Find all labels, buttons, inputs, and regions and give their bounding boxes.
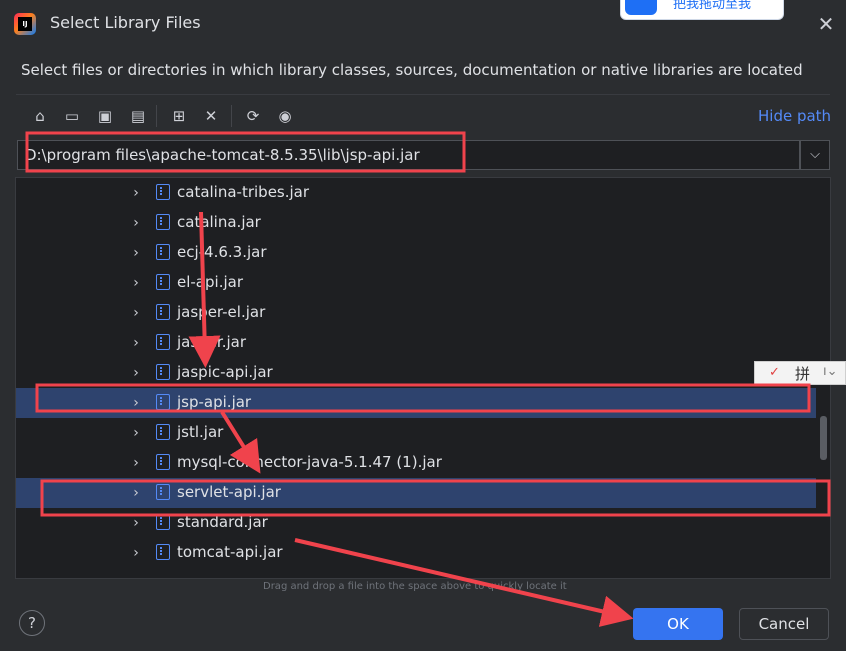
tree-row-label: jasper.jar xyxy=(177,333,247,351)
jar-file-icon xyxy=(156,514,170,530)
chevron-right-icon[interactable]: › xyxy=(130,484,142,502)
chevron-right-icon[interactable]: › xyxy=(130,364,142,382)
toolbar-separator xyxy=(231,105,232,127)
dialog-title: Select Library Files xyxy=(50,13,201,32)
tree-row-label: mysql-connector-java-5.1.47 (1).jar xyxy=(177,453,442,471)
divider xyxy=(16,94,830,95)
jar-file-icon xyxy=(156,334,170,350)
ime-toolbar[interactable]: ✓ 拼 ı⌄ xyxy=(754,361,846,385)
file-tree[interactable]: › catalina-tribes.jar › catalina.jar › ecj-4.… xyxy=(15,177,831,579)
ok-button[interactable]: OK xyxy=(633,608,723,640)
cancel-button[interactable]: Cancel xyxy=(739,608,829,640)
tree-row[interactable]: › el-api.jar xyxy=(16,268,816,298)
intellij-idea-icon: IJ xyxy=(14,13,36,35)
tree-row[interactable]: › tomcat-api.jar xyxy=(16,538,816,568)
chevron-right-icon[interactable]: › xyxy=(130,394,142,412)
chevron-right-icon[interactable]: › xyxy=(130,454,142,472)
tree-row[interactable]: › catalina.jar xyxy=(16,208,816,238)
jar-file-icon xyxy=(156,454,170,470)
tree-row[interactable]: › jasper.jar xyxy=(16,328,816,358)
path-input-value[interactable]: D:\program files\apache-tomcat-8.5.35\li… xyxy=(25,146,420,164)
chevron-right-icon[interactable]: › xyxy=(130,334,142,352)
path-history-dropdown[interactable]: ⌵ xyxy=(800,140,830,170)
jar-file-icon xyxy=(156,304,170,320)
tree-row[interactable]: › standard.jar xyxy=(16,508,816,538)
tree-row-label: jaspic-api.jar xyxy=(177,363,273,381)
tree-row[interactable]: › ecj-4.6.3.jar xyxy=(16,238,816,268)
hide-path-link[interactable]: Hide path xyxy=(758,107,831,125)
tree-row[interactable]: › servlet-api.jar xyxy=(16,478,816,508)
jar-file-icon xyxy=(156,484,170,500)
drag-drop-hint: Drag and drop a file into the space abov… xyxy=(263,581,567,592)
overlay-badge-text: 把我拖动至我 xyxy=(673,0,752,12)
jar-file-icon xyxy=(156,364,170,380)
ime-settings-icon[interactable]: ı⌄ xyxy=(823,364,838,379)
module-folder-icon[interactable]: ▤ xyxy=(127,105,149,127)
home-icon[interactable]: ⌂ xyxy=(29,105,51,127)
chevron-right-icon[interactable]: › xyxy=(130,544,142,562)
chevron-right-icon[interactable]: › xyxy=(130,514,142,532)
tree-row-label: jstl.jar xyxy=(177,423,224,441)
tree-row-label: catalina-tribes.jar xyxy=(177,183,310,201)
jar-file-icon xyxy=(156,274,170,290)
tree-row-label: ecj-4.6.3.jar xyxy=(177,243,267,261)
close-icon[interactable]: ✕ xyxy=(816,14,836,34)
dialog-description: Select files or directories in which lib… xyxy=(21,61,803,79)
tree-row[interactable]: › mysql-connector-java-5.1.47 (1).jar xyxy=(16,448,816,478)
desktop-icon[interactable]: ▭ xyxy=(61,105,83,127)
jar-file-icon xyxy=(156,544,170,560)
tree-row[interactable]: › jsp-api.jar xyxy=(16,388,816,418)
chevron-down-icon: ⌵ xyxy=(810,147,820,162)
toolbar-separator xyxy=(156,105,157,127)
help-button[interactable]: ? xyxy=(19,610,45,636)
ime-mode-label[interactable]: 拼 xyxy=(795,363,810,384)
refresh-icon[interactable]: ⟳ xyxy=(242,105,264,127)
chevron-right-icon[interactable]: › xyxy=(130,424,142,442)
tree-row[interactable]: › jstl.jar xyxy=(16,418,816,448)
delete-icon[interactable]: ✕ xyxy=(200,105,222,127)
overlay-logo-icon xyxy=(625,0,657,15)
show-hidden-icon[interactable]: ◉ xyxy=(274,105,296,127)
ime-logo-icon: ✓ xyxy=(769,365,780,380)
jar-file-icon xyxy=(156,394,170,410)
chevron-right-icon[interactable]: › xyxy=(130,244,142,262)
tree-row-label: standard.jar xyxy=(177,513,268,531)
tree-row[interactable]: › catalina-tribes.jar xyxy=(16,178,816,208)
jar-file-icon xyxy=(156,424,170,440)
new-folder-icon[interactable]: ⊞ xyxy=(168,105,190,127)
jar-file-icon xyxy=(156,184,170,200)
chevron-right-icon[interactable]: › xyxy=(130,184,142,202)
tree-row-label: jasper-el.jar xyxy=(177,303,266,321)
tree-row-label: el-api.jar xyxy=(177,273,243,291)
vertical-scrollbar[interactable] xyxy=(820,416,827,460)
tree-row-label: tomcat-api.jar xyxy=(177,543,283,561)
project-folder-icon[interactable]: ▣ xyxy=(94,105,116,127)
external-overlay-badge[interactable]: 把我拖动至我 xyxy=(620,0,784,20)
tree-row-label: jsp-api.jar xyxy=(177,393,252,411)
tree-row[interactable]: › jaspic-api.jar xyxy=(16,358,816,388)
tree-row-label: servlet-api.jar xyxy=(177,483,281,501)
chevron-right-icon[interactable]: › xyxy=(130,304,142,322)
jar-file-icon xyxy=(156,244,170,260)
tree-row-label: catalina.jar xyxy=(177,213,261,231)
chevron-right-icon[interactable]: › xyxy=(130,274,142,292)
chevron-right-icon[interactable]: › xyxy=(130,214,142,232)
jar-file-icon xyxy=(156,214,170,230)
tree-row[interactable]: › jasper-el.jar xyxy=(16,298,816,328)
